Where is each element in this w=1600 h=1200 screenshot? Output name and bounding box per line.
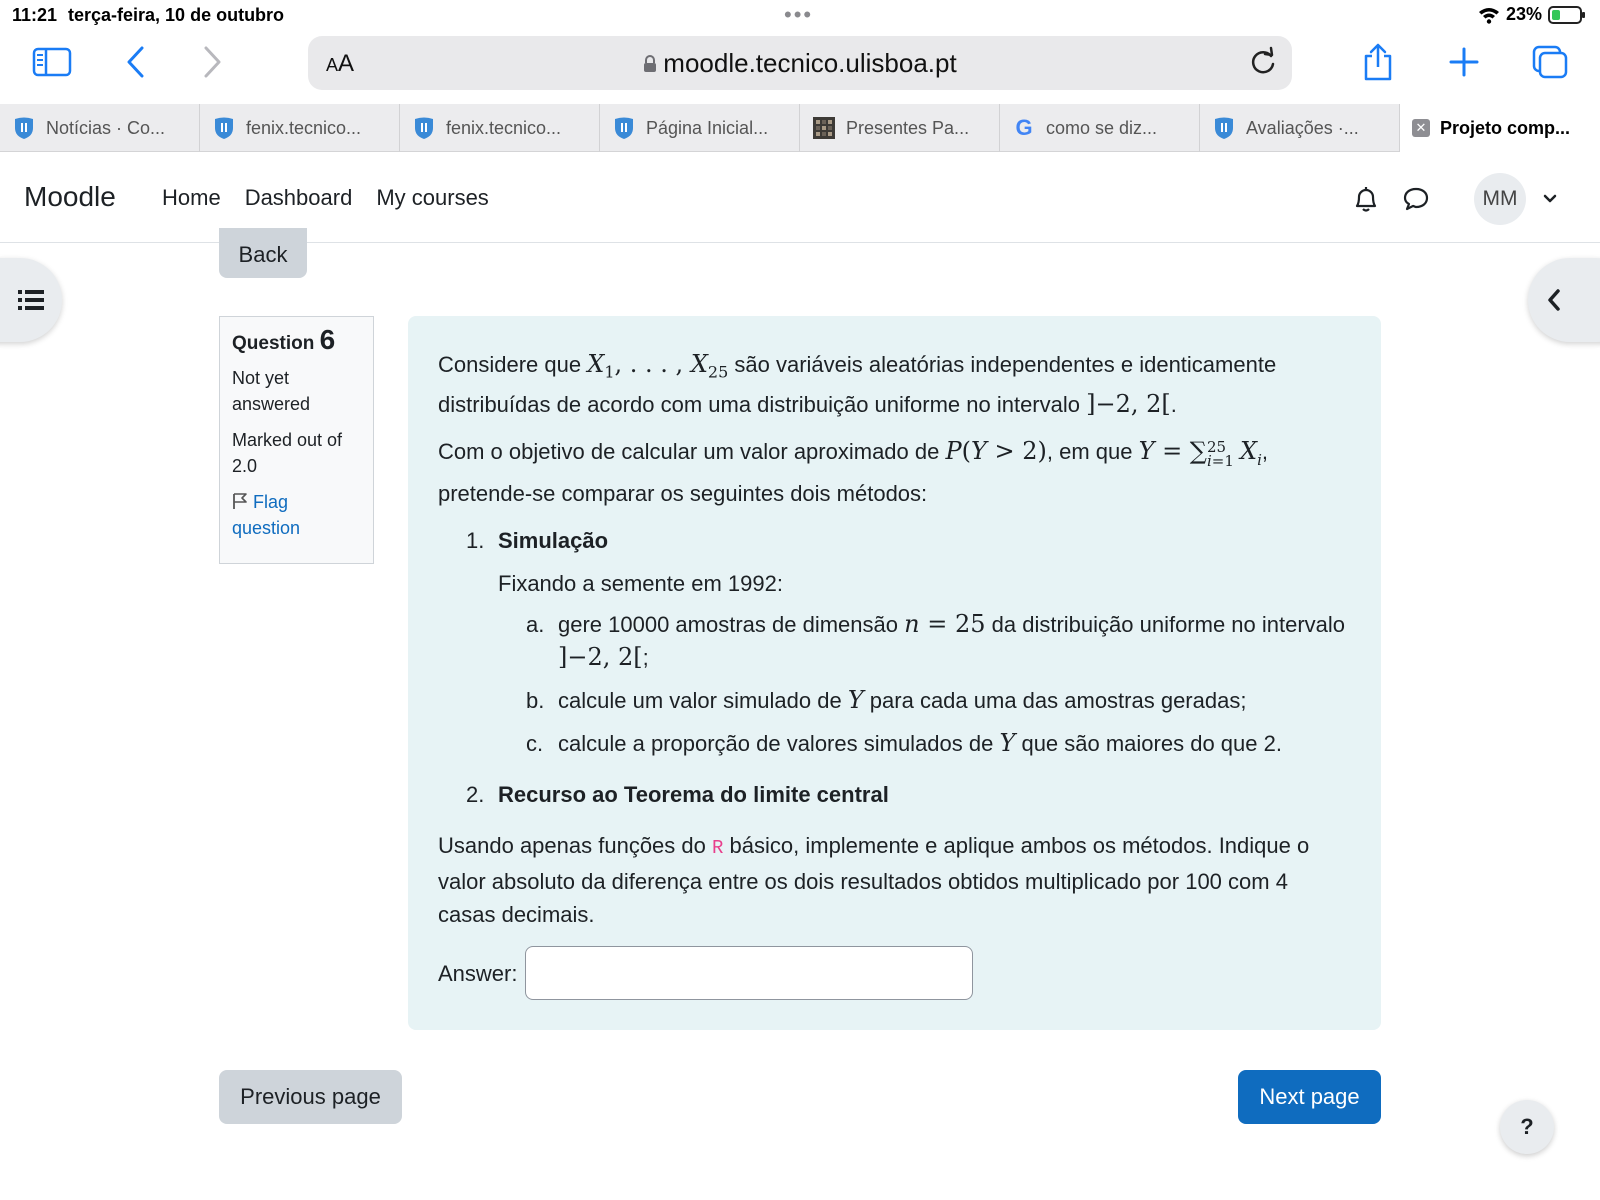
nav-my-courses[interactable]: My courses xyxy=(376,185,488,211)
close-icon[interactable]: ✕ xyxy=(1412,119,1430,137)
browser-tab[interactable]: fenix.tecnico... xyxy=(200,104,400,152)
browser-tab[interactable]: Avaliações ·... xyxy=(1200,104,1400,152)
browser-tab-bar: Notícias · Co... fenix.tecnico... fenix.… xyxy=(0,104,1600,152)
battery-percent: 23% xyxy=(1505,4,1542,24)
list-icon xyxy=(18,290,44,310)
avatar[interactable]: MM xyxy=(1474,173,1526,225)
battery-icon xyxy=(1548,5,1585,24)
answer-label: Answer: xyxy=(438,960,518,986)
browser-toolbar: AA moodle.tecnico.ulisboa.pt xyxy=(0,30,1600,100)
user-nav: MM xyxy=(1348,173,1560,225)
r-code-label: R xyxy=(712,837,724,860)
messages-icon[interactable] xyxy=(1398,181,1434,217)
back-button[interactable]: Back xyxy=(219,228,307,278)
chevron-left-icon xyxy=(1548,289,1560,311)
help-button[interactable]: ? xyxy=(1500,1100,1554,1154)
method-title: Simulação xyxy=(498,528,609,554)
moodle-brand[interactable]: Moodle xyxy=(24,181,116,213)
method-item: 1. Simulação Fixando a semente em 1992: … xyxy=(466,524,1351,770)
forward-arrow-icon[interactable] xyxy=(188,40,236,84)
address-bar[interactable]: AA moodle.tecnico.ulisboa.pt xyxy=(308,36,1292,90)
question-paragraph-2: Com o objetivo de calcular um valor apro… xyxy=(438,437,1269,507)
question-number: Question 6 xyxy=(232,324,336,355)
nav-dashboard[interactable]: Dashboard xyxy=(245,185,353,211)
course-index-toggle[interactable] xyxy=(0,258,62,342)
browser-tab-active[interactable]: ✕ Projeto comp... xyxy=(1400,104,1600,152)
status-bar: 11:21 terça-feira, 10 de outubro ••• 23% xyxy=(0,0,1600,30)
ist-shield-icon xyxy=(412,116,436,140)
google-icon: G xyxy=(1015,115,1033,140)
sidebar-toggle-icon[interactable] xyxy=(28,40,76,84)
previous-page-button[interactable]: Previous page xyxy=(219,1070,402,1124)
flag-question-link[interactable]: Flag question xyxy=(232,489,361,541)
browser-tab[interactable]: Presentes Pa... xyxy=(800,104,1000,152)
question-content: Considere que X1, . . . , X25 são variáv… xyxy=(408,316,1381,1030)
tab-overview-icon[interactable] xyxy=(1526,40,1574,84)
answer-row: Answer: xyxy=(438,946,974,1000)
url-text[interactable]: moodle.tecnico.ulisboa.pt xyxy=(308,48,1292,79)
answer-input[interactable] xyxy=(525,946,974,1000)
browser-tab[interactable]: fenix.tecnico... xyxy=(400,104,600,152)
grid-favicon-icon xyxy=(812,116,836,140)
quiz-navigation-toggle[interactable] xyxy=(1528,258,1600,342)
nav-home[interactable]: Home xyxy=(162,185,221,211)
share-icon[interactable] xyxy=(1354,40,1402,84)
question-info-panel: Question 6 Not yet answered Marked out of… xyxy=(219,316,374,564)
next-page-button[interactable]: Next page xyxy=(1238,1070,1381,1124)
new-tab-plus-icon[interactable] xyxy=(1440,40,1488,84)
question-paragraph-3: Usando apenas funções do R básico, imple… xyxy=(438,833,1310,928)
ist-shield-icon xyxy=(1212,116,1236,140)
wifi-icon xyxy=(1478,7,1499,24)
question-state: Not yet answered xyxy=(232,368,311,414)
step-item: a. gere 10000 amostras de dimensão n = 2… xyxy=(526,610,1346,672)
notification-bell-icon[interactable] xyxy=(1348,181,1384,217)
reload-icon[interactable] xyxy=(1246,46,1280,80)
multitask-dots-icon[interactable]: ••• xyxy=(784,2,813,28)
method-intro: Fixando a semente em 1992: xyxy=(498,571,783,597)
method-item: 2. Recurso ao Teorema do limite central xyxy=(466,782,889,808)
method-title: Recurso ao Teorema do limite central xyxy=(498,782,889,808)
step-item: c. calcule a proporção de valores simula… xyxy=(526,729,1282,758)
step-item: b. calcule um valor simulado de Y para c… xyxy=(526,686,1247,715)
back-arrow-icon[interactable] xyxy=(112,40,160,84)
chevron-down-icon[interactable] xyxy=(1540,181,1560,217)
steps-list: a. gere 10000 amostras de dimensão n = 2… xyxy=(526,608,1351,760)
question-paragraph-1: Considere que X1, . . . , X25 são variáv… xyxy=(438,350,1277,419)
lock-icon xyxy=(644,55,657,72)
status-right: 23% xyxy=(1478,4,1585,25)
question-grade: Marked out of 2.0 xyxy=(232,430,343,476)
flag-icon xyxy=(233,493,247,509)
status-date: terça-feira, 10 de outubro xyxy=(68,5,285,25)
browser-tab[interactable]: Notícias · Co... xyxy=(0,104,200,152)
status-time: 11:21 xyxy=(12,5,58,25)
ist-shield-icon xyxy=(12,116,36,140)
ist-shield-icon xyxy=(212,116,236,140)
primary-nav: Home Dashboard My courses xyxy=(162,185,489,211)
ist-shield-icon xyxy=(612,116,636,140)
methods-list: 1. Simulação Fixando a semente em 1992: … xyxy=(466,524,1351,811)
browser-tab[interactable]: Página Inicial... xyxy=(600,104,800,152)
browser-tab[interactable]: G como se diz... xyxy=(1000,104,1200,152)
